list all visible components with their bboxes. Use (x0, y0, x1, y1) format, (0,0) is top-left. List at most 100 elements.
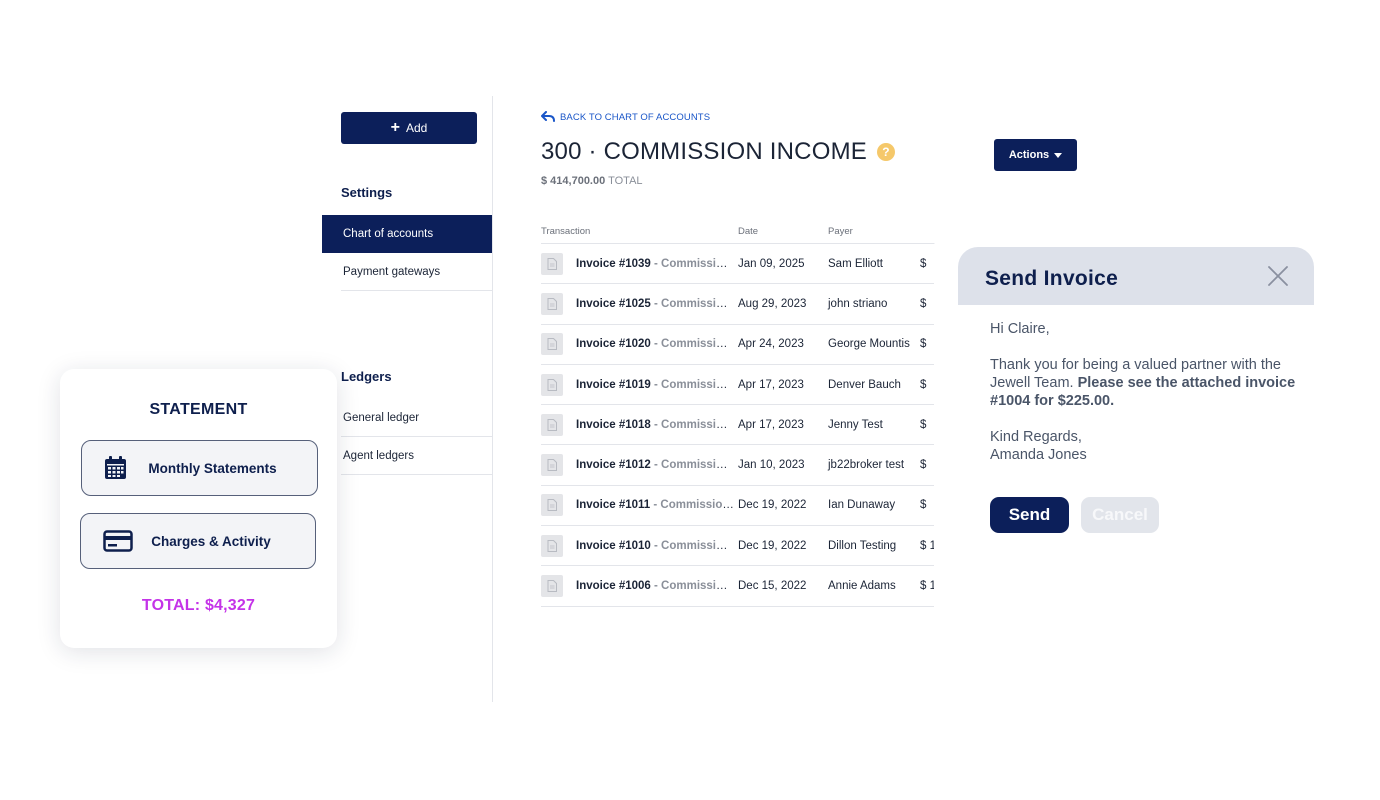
payer-cell: George Mountis (828, 338, 910, 351)
sidebar-item-chart-of-accounts[interactable]: Chart of accounts (322, 215, 492, 253)
sidebar-divider (492, 96, 493, 702)
date-cell: Dec 15, 2022 (738, 580, 807, 593)
transaction-cell: Invoice #1012 - Commission i... (576, 459, 734, 471)
invoice-number: Invoice #1039 (576, 257, 651, 270)
sidebar-item-payment-gateways[interactable]: Payment gateways (341, 253, 492, 291)
payer-cell: Sam Elliott (828, 257, 883, 270)
document-icon (541, 534, 563, 557)
monthly-statements-label: Monthly Statements (148, 460, 277, 476)
document-icon (541, 373, 563, 396)
back-link-label: BACK TO CHART OF ACCOUNTS (560, 111, 711, 123)
invoice-description: - Commission ... (654, 580, 734, 593)
invoice-number: Invoice #1010 (576, 539, 651, 552)
transaction-cell: Invoice #1018 - Commission ... (576, 419, 734, 431)
transaction-cell: Invoice #1010 - Commission ... (576, 540, 734, 552)
date-cell: Apr 17, 2023 (738, 418, 804, 431)
message-closing: Kind Regards, (990, 429, 1082, 445)
document-icon (541, 575, 563, 598)
sidebar-item-label: General ledger (343, 411, 420, 424)
invoice-number: Invoice #1011 (576, 499, 651, 512)
document-icon (541, 454, 563, 477)
amount-cell: $ (920, 338, 927, 351)
payer-cell: john striano (828, 297, 888, 310)
transaction-cell: Invoice #1006 - Commission ... (576, 580, 734, 592)
add-button[interactable]: + Add (341, 112, 477, 144)
message-signature: Amanda Jones (990, 447, 1087, 463)
invoice-number: Invoice #1025 (576, 297, 651, 310)
cancel-button[interactable]: Cancel (1081, 497, 1159, 533)
invoice-number: Invoice #1018 (576, 418, 651, 431)
statement-card: STATEMENT Monthly Statements Charges & A… (60, 369, 337, 648)
message-body: Thank you for being a valued partner wit… (990, 356, 1300, 410)
column-header-date: Date (738, 226, 759, 237)
amount-cell: $ (920, 459, 927, 472)
document-icon (541, 292, 563, 315)
account-total: $ 414,700.00 TOTAL (541, 175, 643, 187)
actions-button-label: Actions (1008, 149, 1050, 161)
dialog-header: Send Invoice (958, 247, 1314, 305)
document-icon (541, 252, 563, 275)
invoice-number: Invoice #1019 (576, 378, 651, 391)
payer-cell: jb22broker test (828, 459, 905, 472)
transaction-cell: Invoice #1025 - Commission ... (576, 298, 734, 310)
amount-cell: $ (920, 257, 927, 270)
payer-cell: Annie Adams (828, 580, 896, 593)
invoice-description: - Commission i... (654, 378, 734, 391)
invoice-number: Invoice #1012 (576, 459, 651, 472)
amount-cell: $ (920, 378, 927, 391)
close-icon[interactable] (1267, 265, 1289, 287)
date-cell: Dec 19, 2022 (738, 539, 807, 552)
transaction-cell: Invoice #1020 - Commission ... (576, 338, 734, 350)
amount-cell: $ (920, 297, 927, 310)
invoice-description: - Commission i... (653, 499, 734, 512)
invoice-description: - Commission ... (654, 338, 734, 351)
add-button-label: Add (405, 121, 428, 135)
actions-button[interactable]: Actions (994, 139, 1077, 171)
invoice-number: Invoice #1020 (576, 338, 651, 351)
charges-activity-button[interactable]: Charges & Activity (80, 513, 316, 569)
payer-cell: Ian Dunaway (828, 499, 896, 512)
account-total-label: TOTAL (608, 175, 643, 187)
date-cell: Jan 10, 2023 (738, 459, 805, 472)
payer-cell: Dillon Testing (828, 539, 897, 552)
charges-activity-label: Charges & Activity (151, 533, 271, 549)
date-cell: Dec 19, 2022 (738, 499, 807, 512)
dialog-title: Send Invoice (985, 267, 1119, 290)
date-cell: Apr 24, 2023 (738, 338, 804, 351)
sidebar-item-agent-ledgers[interactable]: Agent ledgers (341, 437, 492, 475)
amount-cell: $ (920, 418, 927, 431)
page-title: 300 · COMMISSION INCOME ? (541, 138, 895, 166)
document-icon (541, 413, 563, 436)
date-cell: Apr 17, 2023 (738, 378, 804, 391)
column-header-transaction: Transaction (541, 226, 591, 237)
document-icon (541, 333, 563, 356)
page-title-text: 300 · COMMISSION INCOME (541, 138, 867, 165)
payer-cell: Jenny Test (828, 418, 883, 431)
message-greeting: Hi Claire, (990, 321, 1050, 337)
transaction-cell: Invoice #1039 - Commission ... (576, 258, 734, 270)
monthly-statements-button[interactable]: Monthly Statements (81, 440, 318, 496)
statement-title: STATEMENT (149, 401, 248, 418)
document-icon (541, 494, 563, 517)
back-to-chart-link[interactable]: BACK TO CHART OF ACCOUNTS (541, 111, 710, 123)
back-arrow-icon (541, 111, 555, 122)
sidebar-item-label: Chart of accounts (343, 228, 434, 240)
transaction-cell: Invoice #1019 - Commission i... (576, 379, 734, 391)
help-icon[interactable]: ? (876, 143, 895, 161)
amount-cell: $ (920, 499, 927, 512)
account-total-amount: $ 414,700.00 (541, 175, 606, 187)
date-cell: Aug 29, 2023 (738, 297, 807, 310)
send-button[interactable]: Send (990, 497, 1069, 533)
column-header-payer: Payer (828, 226, 853, 237)
sidebar-item-general-ledger[interactable]: General ledger (341, 399, 492, 437)
send-invoice-dialog: Send Invoice Hi Claire, Thank you for be… (934, 224, 1314, 700)
sidebar-item-label: Agent ledgers (343, 449, 414, 462)
sidebar-item-label: Payment gateways (343, 265, 441, 278)
transaction-cell: Invoice #1011 - Commission i... (576, 499, 734, 511)
payer-cell: Denver Bauch (828, 378, 901, 391)
date-cell: Jan 09, 2025 (738, 257, 805, 270)
statement-total: TOTAL: $4,327 (141, 597, 256, 614)
ledgers-heading: Ledgers (341, 369, 392, 384)
dialog-message: Hi Claire, Thank you for being a valued … (990, 320, 1300, 464)
invoice-description: - Commission ... (654, 297, 734, 310)
